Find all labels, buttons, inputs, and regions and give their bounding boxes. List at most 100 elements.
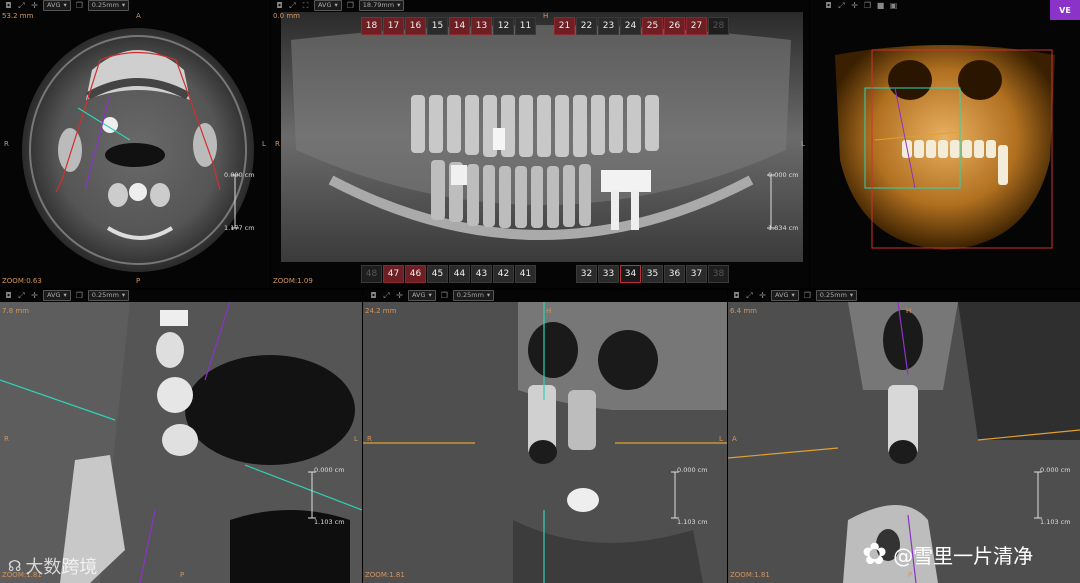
volume-image	[835, 45, 1055, 250]
tooth-43[interactable]: 43	[471, 265, 492, 283]
tooth-37[interactable]: 37	[686, 265, 707, 283]
expand-icon[interactable]: ⤢	[745, 291, 754, 300]
axial-scale-bottom: 1.177 cm	[224, 224, 255, 232]
tooth-48[interactable]: 48	[361, 265, 382, 283]
tooth-13[interactable]: 13	[471, 17, 492, 35]
camera-icon[interactable]: ◘	[4, 1, 13, 10]
panoramic-view[interactable]: ◘ ⤢ ⛶ AVG ▾ ❐ 18.79mm ▾ 0.0 mm H R L ZOO…	[271, 0, 809, 288]
lower-teeth-selector-right: 32 33 34 35 36 37 38	[576, 265, 729, 283]
slice-thickness-select[interactable]: 18.79mm ▾	[358, 0, 405, 11]
tooth-17[interactable]: 17	[383, 17, 404, 35]
tooth-26[interactable]: 26	[664, 17, 685, 35]
pano-orient-top: H	[543, 12, 549, 20]
copy-icon[interactable]: ❐	[75, 291, 84, 300]
crosshair-icon[interactable]: ✛	[30, 1, 39, 10]
axial-image	[22, 28, 254, 272]
layout-icon[interactable]: ▣	[889, 1, 898, 10]
copy-icon[interactable]: ❐	[803, 291, 812, 300]
cross2-scale-top: 0.000 cm	[677, 466, 708, 474]
expand-icon[interactable]: ⤢	[17, 1, 26, 10]
tooth-18[interactable]: 18	[361, 17, 382, 35]
cross1-image	[0, 301, 362, 583]
cross2-orient-left: R	[367, 435, 372, 443]
cross1-orient-right: L	[354, 435, 358, 443]
crosshair-icon[interactable]: ✛	[30, 291, 39, 300]
camera-icon[interactable]: ◘	[369, 291, 378, 300]
tooth-41[interactable]: 41	[515, 265, 536, 283]
slice-thickness-select[interactable]: 0.25mm ▾	[452, 290, 495, 301]
render-mode-select[interactable]: AVG ▾	[43, 290, 71, 301]
tooth-27[interactable]: 27	[686, 17, 707, 35]
axial-view[interactable]: ◘ ⤢ ✛ AVG ▾ ❐ 0.25mm ▾ 53.2 mm A R L P Z…	[0, 0, 270, 288]
expand-icon[interactable]: ⤢	[837, 1, 846, 10]
cross-section-2[interactable]: ◘ ⤢ ✛ AVG ▾ ❐ 0.25mm ▾ 24.2 mm H R L ZOOM:…	[363, 290, 727, 583]
tooth-11[interactable]: 11	[515, 17, 536, 35]
slice-thickness-select[interactable]: 0.25mm ▾	[87, 290, 130, 301]
vr-mode-button[interactable]: VE	[1050, 0, 1080, 20]
render-mode-select[interactable]: AVG ▾	[314, 0, 342, 11]
settings-icon[interactable]: ■	[876, 1, 885, 10]
cross2-image	[363, 302, 727, 583]
tooth-38[interactable]: 38	[708, 265, 729, 283]
axial-toolbar: ◘ ⤢ ✛ AVG ▾ ❐ 0.25mm ▾	[4, 0, 130, 11]
crosshair-icon[interactable]: ✛	[395, 291, 404, 300]
cross2-orient-top: H	[546, 307, 552, 315]
tooth-16[interactable]: 16	[405, 17, 426, 35]
upper-teeth-selector-right: 21 22 23 24 25 26 27 28	[554, 17, 729, 35]
crosshair-icon[interactable]: ✛	[758, 291, 767, 300]
cross3-depth: 6.4 mm	[730, 307, 757, 315]
cross2-toolbar: ◘ ⤢ ✛ AVG ▾ ❐ 0.25mm ▾	[369, 290, 495, 301]
camera-icon[interactable]: ◘	[275, 1, 284, 10]
cross3-orient-bottom: P	[908, 571, 913, 579]
axial-orient-bottom: P	[136, 277, 141, 285]
tooth-34[interactable]: 34	[620, 265, 641, 283]
expand-icon[interactable]: ⤢	[382, 291, 391, 300]
panoramic-image	[281, 12, 803, 262]
cross1-orient-left: R	[4, 435, 9, 443]
tooth-21[interactable]: 21	[554, 17, 575, 35]
cross3-orient-left: A	[732, 435, 737, 443]
camera-icon[interactable]: ◘	[4, 291, 13, 300]
tooth-46[interactable]: 46	[405, 265, 426, 283]
tooth-28[interactable]: 28	[708, 17, 729, 35]
copy-icon[interactable]: ❐	[440, 291, 449, 300]
axial-orient-top: A	[136, 12, 141, 20]
tooth-32[interactable]: 32	[576, 265, 597, 283]
camera-icon[interactable]: ◘	[824, 1, 833, 10]
crosshair-icon[interactable]: ✛	[850, 1, 859, 10]
camera-icon[interactable]: ◘	[732, 291, 741, 300]
logo-icon: ☊	[8, 557, 22, 575]
render-mode-select[interactable]: AVG ▾	[43, 0, 71, 11]
tooth-45[interactable]: 45	[427, 265, 448, 283]
copy-icon[interactable]: ❐	[863, 1, 872, 10]
copy-icon[interactable]: ❐	[75, 1, 84, 10]
axial-scale-top: 0.000 cm	[224, 171, 255, 179]
tooth-12[interactable]: 12	[493, 17, 514, 35]
copy-icon[interactable]: ❐	[346, 1, 355, 10]
slice-thickness-select[interactable]: 0.25mm ▾	[815, 290, 858, 301]
cross-section-1[interactable]: ◘ ⤢ ✛ AVG ▾ ❐ 0.25mm ▾ 7.8 mm R L P ZOOM:1…	[0, 290, 362, 583]
render-mode-select[interactable]: AVG ▾	[771, 290, 799, 301]
fullscreen-icon[interactable]: ⛶	[301, 1, 310, 10]
tooth-24[interactable]: 24	[620, 17, 641, 35]
pano-depth: 0.0 mm	[273, 12, 300, 20]
tooth-25[interactable]: 25	[642, 17, 663, 35]
tooth-47[interactable]: 47	[383, 265, 404, 283]
tooth-42[interactable]: 42	[493, 265, 514, 283]
expand-icon[interactable]: ⤢	[17, 291, 26, 300]
cross2-scale-bottom: 1.103 cm	[677, 518, 708, 526]
tooth-44[interactable]: 44	[449, 265, 470, 283]
tooth-15[interactable]: 15	[427, 17, 448, 35]
volume-view[interactable]: ◘ ⤢ ✛ ❐ ■ ▣ VE	[810, 0, 1080, 288]
tooth-14[interactable]: 14	[449, 17, 470, 35]
tooth-33[interactable]: 33	[598, 265, 619, 283]
cross2-orient-right: L	[719, 435, 723, 443]
expand-icon[interactable]: ⤢	[288, 1, 297, 10]
slice-thickness-select[interactable]: 0.25mm ▾	[87, 0, 130, 11]
tooth-23[interactable]: 23	[598, 17, 619, 35]
axial-orient-left: R	[4, 140, 9, 148]
tooth-35[interactable]: 35	[642, 265, 663, 283]
render-mode-select[interactable]: AVG ▾	[408, 290, 436, 301]
tooth-36[interactable]: 36	[664, 265, 685, 283]
tooth-22[interactable]: 22	[576, 17, 597, 35]
